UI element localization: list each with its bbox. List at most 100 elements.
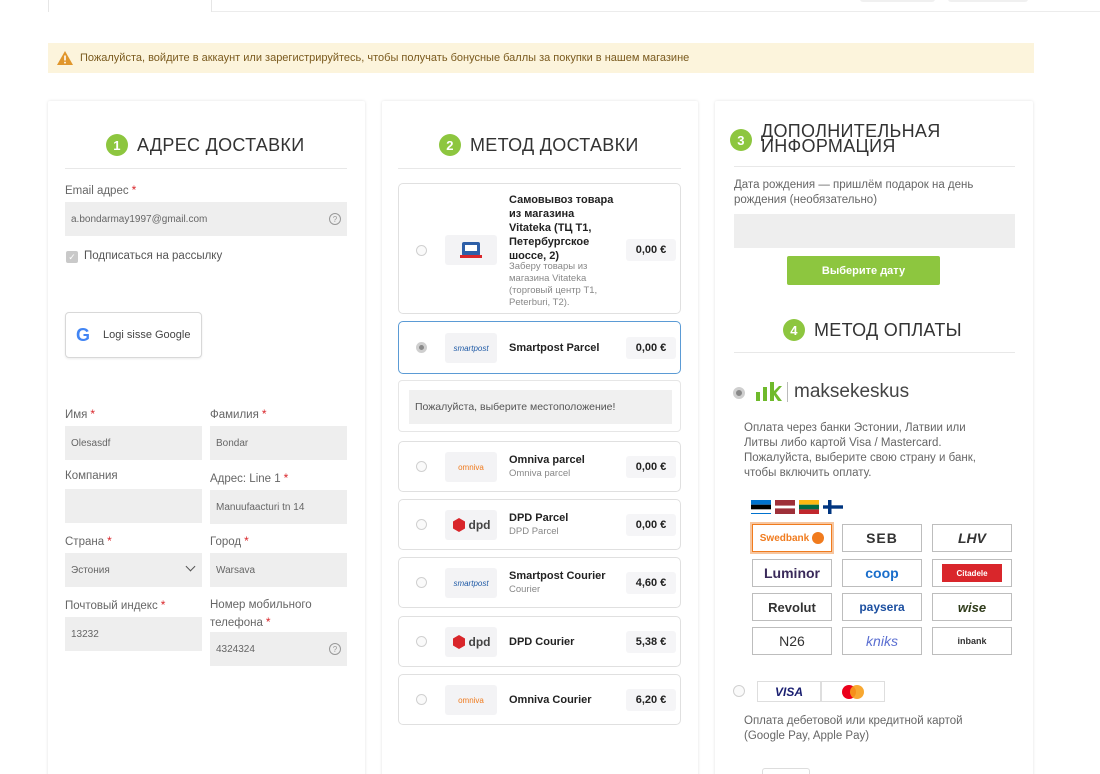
bank-wise[interactable]: wise [932, 593, 1012, 621]
section-title: АДРЕС ДОСТАВКИ [137, 134, 305, 155]
first-name-field[interactable]: Olesasdf [65, 426, 202, 460]
swedbank-oak-icon [812, 532, 825, 544]
shipping-price: 5,38 € [626, 631, 676, 653]
flag-latvia-icon[interactable] [775, 500, 795, 514]
login-alert: Пожалуйста, войдите в аккаунт или зареги… [48, 43, 1034, 73]
shipping-option-pickup[interactable]: Самовывоз товара из магазина Vitateka (Т… [398, 183, 681, 314]
shipping-price: 6,20 € [626, 689, 676, 711]
city-label: Город * [210, 534, 249, 548]
help-icon[interactable]: ? [329, 213, 341, 225]
birthdate-label: Дата рождения — пришлём подарок на день р… [734, 179, 974, 206]
flag-estonia-icon[interactable] [751, 500, 771, 514]
shipping-price: 0,00 € [626, 514, 676, 536]
location-select[interactable]: Пожалуйста, выберите местоположение! [409, 390, 672, 424]
zip-field[interactable]: 13232 [65, 617, 202, 651]
last-name-label: Фамилия * [210, 407, 267, 421]
radio-button[interactable] [416, 577, 427, 588]
warning-icon [57, 51, 73, 65]
section-title: МЕТОД ДОСТАВКИ [470, 134, 639, 155]
active-tab[interactable] [48, 0, 212, 12]
newsletter-checkbox[interactable]: ✓ [66, 251, 78, 263]
zip-label: Почтовый индекс * [65, 598, 166, 612]
maksekeskus-logo: maksekeskus [755, 381, 909, 403]
bank-paysera[interactable]: paysera [842, 593, 922, 621]
bank-kniks[interactable]: kniks [842, 627, 922, 655]
bank-luminor[interactable]: Luminor [752, 559, 832, 587]
mastercard-logo [821, 681, 885, 702]
section-title: ДОПОЛНИТЕЛЬНАЯ ИНФОРМАЦИЯ [761, 121, 941, 156]
radio-button-selected[interactable] [416, 342, 427, 353]
extra-title: 3 ДОПОЛНИТЕЛЬНАЯ ИНФОРМАЦИЯ [730, 121, 941, 156]
country-label: Страна * [65, 534, 112, 548]
radio-button[interactable] [416, 636, 427, 647]
flag-finland-icon[interactable] [823, 500, 843, 514]
shipping-option-smartpost-courier[interactable]: smartpost Smartpost Courier Courier 4,60… [398, 557, 681, 608]
email-field[interactable]: a.bondarmay1997@gmail.com ? [65, 202, 347, 236]
mk-logo-icon [756, 382, 782, 401]
payment-radio-card[interactable] [733, 685, 745, 697]
shipping-option-desc: Omniva parcel [509, 468, 571, 479]
city-field[interactable]: Warsava [210, 553, 347, 587]
newsletter-label: Подписаться на рассылку [84, 250, 223, 262]
visa-logo: VISA [757, 681, 821, 702]
divider [398, 168, 681, 169]
header-button[interactable] [948, 0, 1028, 2]
shipping-option-omniva-parcel[interactable]: omniva Omniva parcel Omniva parcel 0,00 … [398, 441, 681, 492]
shipping-price: 4,60 € [626, 572, 676, 594]
location-picker: Пожалуйста, выберите местоположение! [398, 380, 681, 432]
phone-field[interactable]: 4324324 ? [210, 632, 347, 666]
shipping-option-smartpost-parcel[interactable]: smartpost Smartpost Parcel 0,00 € [398, 321, 681, 374]
address-title: 1 АДРЕС ДОСТАВКИ [106, 134, 304, 156]
bank-inbank[interactable]: inbank [932, 627, 1012, 655]
alert-text: Пожалуйста, войдите в аккаунт или зареги… [80, 52, 690, 64]
shipping-option-name: Omniva Courier [509, 694, 592, 706]
top-tabs [0, 0, 1100, 12]
bank-citadele[interactable]: Citadele [932, 559, 1012, 587]
help-icon[interactable]: ? [329, 643, 341, 655]
bank-revolut[interactable]: Revolut [752, 593, 832, 621]
step-number: 4 [783, 319, 805, 341]
section-title: МЕТОД ОПЛАТЫ [814, 319, 962, 340]
bank-seb[interactable]: SEB [842, 524, 922, 552]
radio-button[interactable] [416, 519, 427, 530]
company-field[interactable] [65, 489, 202, 523]
first-name-label: Имя * [65, 407, 96, 421]
bank-coop[interactable]: coop [842, 559, 922, 587]
radio-button[interactable] [416, 245, 427, 256]
vitateka-logo [445, 235, 497, 265]
omniva-logo: omniva [445, 685, 497, 715]
last-name-field[interactable]: Bondar [210, 426, 347, 460]
shipping-option-name: Omniva parcel [509, 454, 585, 466]
shipping-option-desc: Заберу товары из магазина Vitateka (торг… [509, 261, 598, 308]
shipping-title: 2 МЕТОД ДОСТАВКИ [439, 134, 639, 156]
shipping-option-omniva-courier[interactable]: omniva Omniva Courier 6,20 € [398, 674, 681, 725]
step-number: 3 [730, 129, 752, 151]
company-label: Компания [65, 470, 118, 482]
choose-date-button[interactable]: Выберите дату [787, 256, 940, 285]
divider [734, 166, 1015, 167]
shipping-option-name: Smartpost Parcel [509, 342, 600, 354]
dpd-cube-icon [452, 518, 465, 532]
bank-swedbank[interactable]: Swedbank [752, 524, 832, 552]
birthdate-field[interactable] [734, 214, 1015, 248]
radio-button[interactable] [416, 461, 427, 472]
country-select[interactable]: Эстония [65, 553, 202, 587]
shipping-option-desc: DPD Parcel [509, 526, 559, 537]
smartpost-logo: smartpost [445, 333, 497, 363]
shipping-option-name: Smartpost Courier [509, 570, 606, 582]
tab-divider [212, 11, 1100, 12]
shipping-option-name: DPD Courier [509, 636, 575, 648]
shipping-option-dpd-courier[interactable]: dpd DPD Courier 5,38 € [398, 616, 681, 667]
google-login-button[interactable]: G Logi sisse Google [65, 312, 202, 358]
flag-lithuania-icon[interactable] [799, 500, 819, 514]
shipping-option-dpd-parcel[interactable]: dpd DPD Parcel DPD Parcel 0,00 € [398, 499, 681, 550]
payment-radio-maksekeskus[interactable] [733, 387, 745, 399]
card-payment-desc: Оплата дебетовой или кредитной картой (G… [744, 715, 963, 742]
step-number: 1 [106, 134, 128, 156]
phone-label: Номер мобильного телефона * [210, 599, 312, 629]
radio-button[interactable] [416, 694, 427, 705]
address-line-field[interactable]: Manuufaacturi tn 14 [210, 490, 347, 524]
header-button[interactable] [860, 0, 935, 2]
bank-n26[interactable]: N26 [752, 627, 832, 655]
bank-lhv[interactable]: LHV [932, 524, 1012, 552]
